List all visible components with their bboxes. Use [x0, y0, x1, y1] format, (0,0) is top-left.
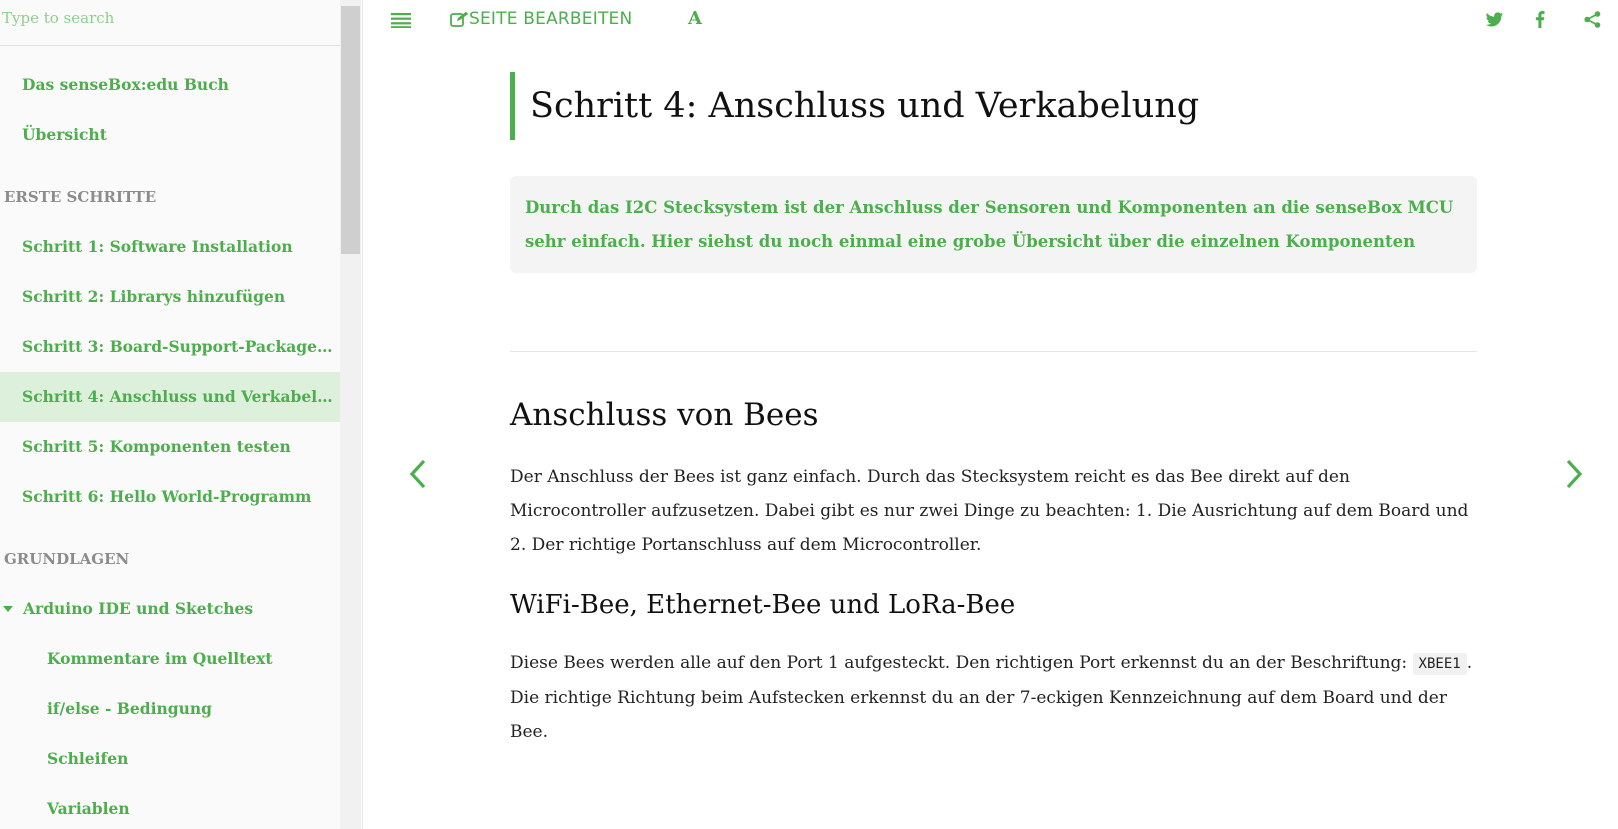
sidebar-item-step4[interactable]: Schritt 4: Anschluss und Verkabelung: [0, 372, 340, 422]
sidebar-item-arduino-ide[interactable]: Arduino IDE und Sketches: [0, 584, 340, 634]
sidebar-item-label: Arduino IDE und Sketches: [23, 599, 254, 618]
sidebar-item-ifelse[interactable]: if/else - Bedingung: [0, 684, 340, 734]
sidebar-item-book[interactable]: Das senseBox:edu Buch: [0, 60, 340, 110]
font-settings-button[interactable]: A: [688, 4, 702, 34]
sidebar-section-header: GRUNDLAGEN: [4, 550, 130, 568]
scrollbar-thumb[interactable]: [341, 6, 360, 254]
text-segment: Diese Bees werden alle auf den Port 1 au…: [510, 653, 1413, 673]
edit-page-label: SEITE BEARBEITEN: [469, 9, 633, 29]
search-input[interactable]: [0, 0, 340, 46]
section-heading-bees: Anschluss von Bees: [510, 397, 819, 433]
sidebar-item-step2[interactable]: Schritt 2: Librarys hinzufügen: [0, 272, 340, 322]
caret-down-icon[interactable]: [3, 606, 13, 612]
inline-code: XBEE1: [1412, 653, 1467, 675]
sidebar: Das senseBox:edu Buch Übersicht ERSTE SC…: [0, 0, 363, 829]
sidebar-scrollbar[interactable]: [340, 0, 361, 829]
sidebar-item-overview[interactable]: Übersicht: [0, 110, 340, 160]
sidebar-nav: Das senseBox:edu Buch Übersicht ERSTE SC…: [0, 60, 340, 829]
sidebar-item-comments[interactable]: Kommentare im Quelltext: [0, 634, 340, 684]
sidebar-item-variables[interactable]: Variablen: [0, 784, 340, 829]
sidebar-item-step5[interactable]: Schritt 5: Komponenten testen: [0, 422, 340, 472]
section-heading-wifi-bee: WiFi-Bee, Ethernet-Bee und LoRa-Bee: [510, 590, 1016, 620]
edit-page-button[interactable]: SEITE BEARBEITEN: [450, 4, 632, 34]
facebook-share-button[interactable]: [1535, 4, 1545, 34]
prev-page-button[interactable]: [408, 458, 428, 494]
edit-icon: [450, 11, 469, 27]
sidebar-item-step1[interactable]: Schritt 1: Software Installation: [0, 222, 340, 272]
sidebar-item-loops[interactable]: Schleifen: [0, 734, 340, 784]
section-text-wifi-bee: Diese Bees werden alle auf den Port 1 au…: [510, 646, 1477, 749]
section-divider: [510, 351, 1477, 352]
facebook-icon: [1535, 11, 1545, 28]
chevron-left-icon: [409, 459, 426, 489]
sidebar-item-step3[interactable]: Schritt 3: Board-Support-Packages instal…: [0, 322, 340, 372]
share-button[interactable]: [1584, 4, 1601, 34]
twitter-share-button[interactable]: [1485, 4, 1504, 34]
twitter-icon: [1485, 11, 1504, 26]
font-settings-label: A: [688, 8, 702, 29]
share-icon: [1584, 11, 1601, 28]
sidebar-item-step6[interactable]: Schritt 6: Hello World-Programm: [0, 472, 340, 522]
page-title: Schritt 4: Anschluss und Verkabelung: [530, 86, 1200, 126]
next-page-button[interactable]: [1564, 458, 1584, 494]
section-text-bees: Der Anschluss der Bees ist ganz einfach.…: [510, 467, 1469, 555]
page-content: Schritt 4: Anschluss und Verkabelung Dur…: [510, 72, 1477, 749]
hamburger-icon: [391, 12, 411, 28]
intro-callout: Durch das I2C Stecksystem ist der Anschl…: [510, 176, 1477, 273]
sidebar-section-header: ERSTE SCHRITTE: [4, 188, 157, 206]
menu-toggle-button[interactable]: [391, 4, 411, 34]
page-title-block: Schritt 4: Anschluss und Verkabelung: [510, 72, 1477, 140]
chevron-right-icon: [1566, 459, 1583, 489]
